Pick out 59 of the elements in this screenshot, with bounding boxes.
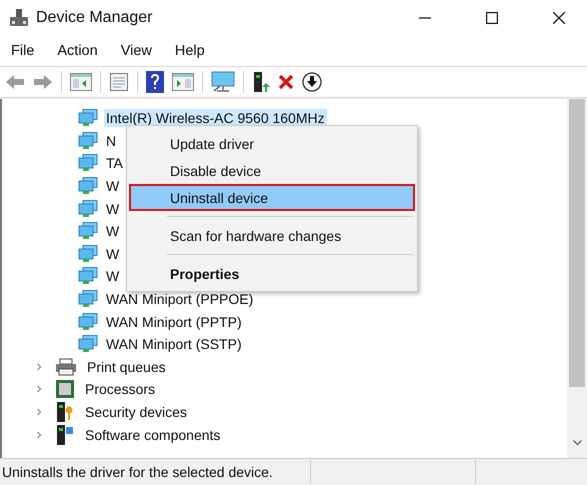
tree-item[interactable]: W xyxy=(104,177,122,196)
network-adapter-icon xyxy=(78,312,98,331)
context-menu-item[interactable]: Update driver xyxy=(129,130,415,157)
menu-item[interactable]: Help xyxy=(174,43,205,59)
network-adapter-icon xyxy=(78,177,98,196)
menu-item[interactable]: File xyxy=(11,43,34,59)
expand-chevron-icon[interactable] xyxy=(35,385,43,394)
network-adapter-icon xyxy=(78,290,98,308)
tree-category[interactable]: Processors xyxy=(83,380,158,398)
tree-item[interactable]: W xyxy=(104,222,122,240)
network-adapter-icon xyxy=(78,222,98,240)
tree-item[interactable]: W xyxy=(104,267,122,286)
network-adapter-icon xyxy=(78,335,98,354)
tree-item[interactable]: N xyxy=(104,132,118,150)
scroll-down-icon[interactable] xyxy=(573,440,582,446)
help-icon[interactable] xyxy=(146,71,164,93)
expand-chevron-icon[interactable] xyxy=(35,430,43,439)
window-title: Device Manager xyxy=(36,9,152,27)
processor-icon xyxy=(55,379,75,400)
tree-item[interactable]: TA xyxy=(104,154,125,172)
network-adapter-icon xyxy=(78,244,98,263)
network-adapter-icon xyxy=(78,132,98,150)
context-menu-item[interactable]: Scan for hardware changes xyxy=(129,222,415,249)
properties-sheet-icon[interactable] xyxy=(109,72,129,92)
tree-item[interactable]: WAN Miniport (PPTP) xyxy=(104,312,244,331)
tree-item[interactable]: W xyxy=(104,244,122,263)
download-icon[interactable] xyxy=(302,72,322,92)
tree-item[interactable]: Intel(R) Wireless-AC 9560 160MHz xyxy=(104,109,327,128)
software-component-icon xyxy=(55,424,75,446)
context-menu-item[interactable]: Disable device xyxy=(129,157,415,184)
context-menu-item[interactable]: Uninstall device xyxy=(129,184,415,211)
app-icon xyxy=(9,8,29,28)
tree-item[interactable]: WAN Miniport (SSTP) xyxy=(104,335,244,354)
tree-item[interactable]: WAN Miniport (PPPOE) xyxy=(104,290,256,308)
network-adapter-icon xyxy=(78,200,98,218)
tree-category[interactable]: Software components xyxy=(83,426,222,444)
network-adapter-icon xyxy=(78,267,98,286)
printer-icon xyxy=(55,358,77,376)
menu-item[interactable]: Action xyxy=(57,43,98,59)
expand-chevron-icon[interactable] xyxy=(35,408,43,416)
network-adapter-icon xyxy=(78,109,98,128)
action-pane-icon[interactable] xyxy=(172,73,194,91)
close-icon[interactable] xyxy=(553,12,565,24)
menu-item[interactable]: View xyxy=(120,43,152,59)
monitor-icon[interactable] xyxy=(211,71,235,93)
driver-update-icon[interactable] xyxy=(252,71,270,93)
tree-category[interactable]: Print queues xyxy=(85,358,168,376)
tree-item[interactable]: W xyxy=(104,200,122,218)
security-key-icon xyxy=(55,401,75,424)
network-adapter-icon xyxy=(78,154,98,172)
tree-category[interactable]: Security devices xyxy=(83,403,189,422)
status-text: Uninstalls the driver for the selected device. xyxy=(1,464,274,480)
expand-chevron-icon[interactable] xyxy=(35,362,43,371)
context-menu-item[interactable]: Properties xyxy=(129,260,415,287)
scrollbar-thumb[interactable] xyxy=(569,99,585,387)
remove-icon[interactable] xyxy=(278,74,294,90)
maximize-icon[interactable] xyxy=(486,12,498,24)
vertical-scrollbar[interactable] xyxy=(567,99,587,458)
console-tree-icon[interactable] xyxy=(70,73,92,91)
